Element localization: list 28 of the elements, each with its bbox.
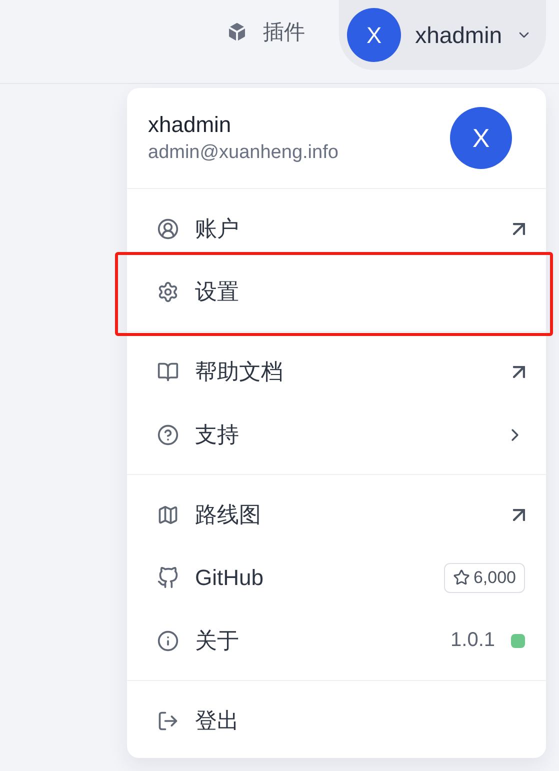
info-icon	[157, 630, 179, 652]
menu-item[interactable]: 关于	[195, 626, 451, 656]
external-link-icon	[513, 366, 525, 378]
user-avatar: X	[347, 8, 402, 62]
settings-icon	[157, 280, 179, 302]
menu-item[interactable]: GitHub	[195, 564, 444, 590]
external-link-icon	[513, 222, 525, 234]
book-icon	[157, 360, 179, 382]
logout-icon	[157, 710, 179, 732]
menu-item[interactable]: 帮助文档	[195, 356, 513, 386]
help-icon	[157, 424, 179, 446]
user-avatar: X	[450, 107, 512, 169]
star-count: 6,000	[473, 568, 516, 588]
external-link-icon	[513, 508, 525, 520]
version-text: 1.0.1	[450, 629, 495, 652]
user-menu-button[interactable]: X xhadmin	[339, 0, 546, 70]
map-icon	[157, 504, 179, 526]
user-name: xhadmin	[148, 112, 232, 138]
menu-item[interactable]: 支持	[195, 420, 505, 450]
user-email: admin@xuanheng.info	[148, 142, 338, 164]
star-icon	[453, 569, 470, 586]
menu-item[interactable]: 登出	[195, 706, 525, 736]
cat-icon	[157, 566, 179, 588]
menu-item[interactable]: 路线图	[195, 500, 513, 530]
menu-item[interactable]: 设置	[195, 276, 525, 306]
user-icon	[157, 218, 179, 240]
menu-item[interactable]: 账户	[195, 214, 513, 244]
plugins-button[interactable]: 插件	[225, 18, 306, 46]
